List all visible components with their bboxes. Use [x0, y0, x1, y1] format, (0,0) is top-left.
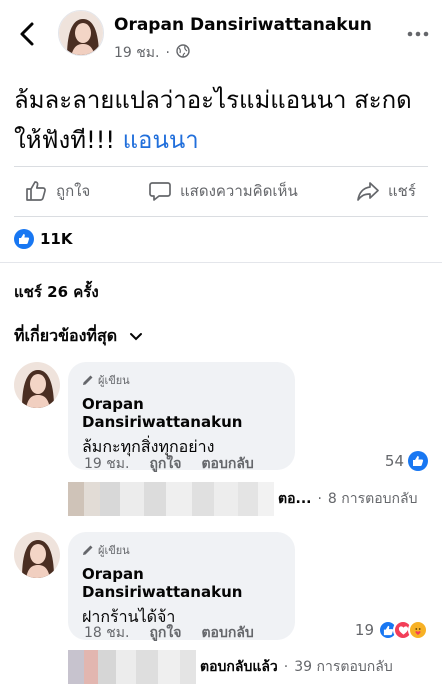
comment-reactions[interactable]: 19 — [355, 620, 428, 640]
pencil-icon — [83, 545, 93, 555]
divider — [14, 166, 428, 167]
back-arrow-icon[interactable] — [14, 18, 42, 50]
comment-button[interactable]: แสดงความคิดเห็น — [148, 168, 298, 214]
blurred-replier-names — [68, 650, 196, 684]
author-badge-label: ผู้เขียน — [98, 544, 130, 557]
blurred-replier-names — [68, 482, 274, 516]
like-button[interactable]: ถูกใจ — [24, 168, 90, 214]
comment-reaction-count: 54 — [384, 452, 404, 470]
reply-count: 39 การตอบกลับ — [294, 659, 393, 675]
reply-count: 8 การตอบกลับ — [327, 491, 418, 507]
post-text: ล้มละลายแปลว่าอะไรแม่แอนนา สะกด ให้ฟังที… — [14, 80, 424, 160]
reply-truncated-text: ตอ... — [278, 491, 312, 507]
chevron-down-icon — [130, 332, 143, 340]
comment-meta: 18 ชม. ถูกใจ ตอบกลับ — [84, 622, 254, 644]
comment-filter-dropdown[interactable]: ที่เกี่ยวข้องที่สุด — [14, 324, 143, 349]
comment-reactions[interactable]: 54 — [385, 451, 428, 471]
view-replies[interactable]: ตอบกลับแล้ว · 39 การตอบกลับ — [68, 650, 393, 684]
author-name[interactable]: Orapan Dansiriwattanakun — [114, 15, 372, 35]
comment-time: 18 ชม. — [84, 625, 130, 641]
more-options-icon[interactable] — [406, 24, 430, 44]
reactions-summary[interactable]: 11K — [14, 226, 73, 252]
share-button[interactable]: แชร์ — [356, 168, 416, 214]
mention-link[interactable]: แอนนา — [123, 126, 199, 154]
replied-label: ตอบกลับแล้ว — [200, 659, 278, 675]
commenter-name[interactable]: Orapan Dansiriwattanakun — [82, 395, 281, 431]
replies-dot: · — [317, 491, 322, 507]
like-reaction-icon — [14, 229, 34, 249]
comment-label: แสดงความคิดเห็น — [180, 182, 298, 200]
post-meta: 19 ชม. · — [114, 42, 190, 64]
comment-filter-label: ที่เกี่ยวข้องที่สุด — [14, 326, 118, 345]
post-actions: ถูกใจ แสดงความคิดเห็น แชร์ — [0, 168, 442, 214]
author-badge: ผู้เขียน — [82, 371, 281, 389]
like-label: ถูกใจ — [56, 182, 91, 200]
meta-dot: · — [165, 45, 170, 61]
divider — [14, 216, 428, 217]
reaction-icons — [378, 620, 428, 640]
commenter-avatar[interactable] — [14, 532, 60, 578]
public-globe-icon — [176, 44, 190, 62]
comment-like-button[interactable]: ถูกใจ — [149, 453, 181, 475]
post-time: 19 ชม. — [114, 45, 160, 61]
comment-meta: 19 ชม. ถูกใจ ตอบกลับ — [84, 453, 254, 475]
replies-dot: · — [283, 659, 289, 675]
thumbs-up-icon — [26, 181, 46, 201]
like-reaction-icon — [408, 451, 428, 471]
author-avatar[interactable] — [58, 10, 104, 56]
reaction-count: 11K — [40, 230, 73, 248]
share-arrow-icon — [357, 182, 379, 201]
author-badge-label: ผู้เขียน — [98, 374, 130, 387]
author-badge: ผู้เขียน — [82, 541, 281, 559]
care-reaction-icon — [408, 620, 428, 640]
comment-time: 19 ชม. — [84, 456, 130, 472]
pencil-icon — [83, 375, 93, 385]
comment-reaction-count: 19 — [354, 621, 374, 639]
comment-reply-button[interactable]: ตอบกลับ — [201, 622, 253, 644]
post-body: ล้มละลายแปลว่าอะไรแม่แอนนา สะกด ให้ฟังที… — [14, 86, 412, 154]
comment-like-button[interactable]: ถูกใจ — [149, 622, 181, 644]
commenter-avatar[interactable] — [14, 362, 60, 408]
section-divider — [0, 262, 442, 263]
post-header: Orapan Dansiriwattanakun 19 ชม. · — [0, 0, 442, 68]
commenter-name[interactable]: Orapan Dansiriwattanakun — [82, 565, 281, 601]
comment-reply-button[interactable]: ตอบกลับ — [201, 453, 253, 475]
comment-bubble-icon — [149, 182, 171, 201]
view-replies[interactable]: ตอ... · 8 การตอบกลับ — [68, 482, 417, 516]
share-label: แชร์ — [388, 182, 416, 200]
share-count[interactable]: แชร์ 26 ครั้ง — [14, 280, 99, 304]
